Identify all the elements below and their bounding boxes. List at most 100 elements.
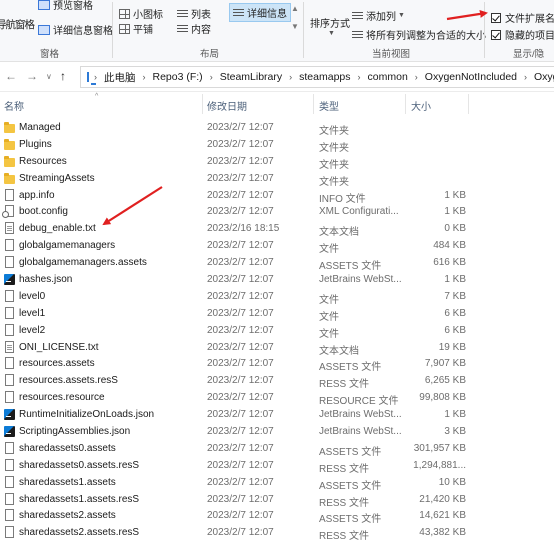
file-modified-date: 2023/2/7 12:07	[207, 426, 274, 438]
table-row[interactable]: Plugins 2023/2/7 12:07 文件夹	[0, 136, 554, 154]
file-modified-date: 2023/2/7 12:07	[207, 341, 274, 353]
file-size: 616 KB	[433, 257, 466, 269]
file-size: 6,265 KB	[424, 375, 466, 387]
table-row[interactable]: debug_enable.txt 2023/2/16 18:15 文本文档 0 KB	[0, 220, 554, 238]
breadcrumb[interactable]: › 此电脑 › Repo3 (F:) › SteamLibrary › stea…	[80, 66, 554, 88]
file-icon	[5, 391, 14, 404]
text-file-icon	[5, 340, 14, 353]
details-pane-button[interactable]: 详细信息窗格	[38, 22, 113, 37]
table-row[interactable]: level2 2023/2/7 12:07 文件 6 KB	[0, 322, 554, 340]
recent-locations-chevron-icon[interactable]: ∨	[46, 72, 52, 81]
ribbon-group-label-layout: 布局	[200, 49, 220, 60]
file-modified-date: 2023/2/7 12:07	[207, 307, 274, 319]
file-extensions-checkbox[interactable]: 文件扩展名	[491, 10, 554, 25]
breadcrumb-item[interactable]: 此电脑	[104, 70, 136, 85]
size-all-columns-button[interactable]: 将所有列调整为合适的大小	[352, 27, 486, 42]
column-header-date[interactable]: 修改日期	[207, 98, 247, 113]
table-row[interactable]: ScriptingAssemblies.json 2023/2/7 12:07 Je…	[0, 423, 554, 440]
table-row[interactable]: sharedassets1.assets 2023/2/7 12:07 ASSETS…	[0, 474, 554, 492]
table-row[interactable]: hashes.json 2023/2/7 12:07 JetBrains WebSt…	[0, 271, 554, 288]
folder-icon	[4, 155, 15, 167]
table-row[interactable]: RuntimeInitializeOnLoads.json 2023/2/7 12…	[0, 406, 554, 423]
breadcrumb-item[interactable]: OxygenNotIncluded	[425, 71, 517, 83]
table-row[interactable]: globalgamemanagers 2023/2/7 12:07 文件 484 KB	[0, 237, 554, 255]
breadcrumb-item[interactable]: common	[368, 71, 408, 83]
file-name: ScriptingAssemblies.json	[19, 426, 131, 438]
file-name: ONI_LICENSE.txt	[19, 341, 99, 353]
file-icon	[5, 239, 14, 252]
small-icons-label: 小图标	[133, 10, 163, 21]
column-header-type[interactable]: 类型	[319, 98, 339, 113]
table-row[interactable]: resources.assets 2023/2/7 12:07 ASSETS 文件 7…	[0, 355, 554, 373]
table-row[interactable]: level0 2023/2/7 12:07 文件 7 KB	[0, 288, 554, 306]
breadcrumb-item[interactable]: SteamLibrary	[220, 71, 282, 83]
add-columns-button[interactable]: 添加列 ▼	[352, 8, 405, 23]
column-divider[interactable]	[405, 94, 406, 114]
table-row[interactable]: ONI_LICENSE.txt 2023/2/7 12:07 文本文档 19 KB	[0, 339, 554, 357]
table-row[interactable]: Managed 2023/2/7 12:07 文件夹	[0, 119, 554, 137]
breadcrumb-item[interactable]: Repo3 (F:)	[153, 71, 203, 83]
file-type: 文件夹	[319, 142, 349, 154]
column-divider[interactable]	[468, 94, 469, 114]
up-arrow-icon[interactable]: ↑	[60, 69, 66, 83]
list-view-label: 列表	[191, 10, 211, 21]
table-row[interactable]: sharedassets1.assets.resS 2023/2/7 12:07 R…	[0, 491, 554, 509]
file-type: 文件夹	[319, 159, 349, 171]
column-header-name[interactable]: 名称	[4, 98, 24, 113]
file-name: level2	[19, 324, 46, 336]
file-size: 1 KB	[444, 206, 466, 218]
details-view-button[interactable]: 详细信息	[229, 3, 291, 22]
layout-scroll-icon[interactable]: ▲	[291, 4, 299, 13]
table-row[interactable]: sharedassets0.assets.resS 2023/2/7 12:07 R…	[0, 457, 554, 475]
sort-by-button[interactable]: 排序方式	[310, 15, 350, 30]
small-icons-button[interactable]: 小图标	[119, 6, 163, 21]
size-all-columns-icon	[352, 29, 363, 40]
size-all-columns-label: 将所有列调整为合适的大小	[366, 31, 486, 42]
file-name: level1	[19, 307, 46, 319]
breadcrumb-separator-icon[interactable]: ›	[94, 72, 97, 82]
file-type: JetBrains WebSt...	[319, 409, 402, 421]
column-divider[interactable]	[313, 94, 314, 114]
nav-pane-button[interactable]: 导航窗格	[0, 17, 35, 32]
file-name: RuntimeInitializeOnLoads.json	[19, 409, 155, 421]
table-row[interactable]: StreamingAssets 2023/2/7 12:07 文件夹	[0, 170, 554, 188]
table-row[interactable]: Resources 2023/2/7 12:07 文件夹	[0, 153, 554, 171]
file-size: 6 KB	[444, 307, 466, 319]
back-arrow-icon[interactable]: ←	[5, 69, 17, 83]
table-row[interactable]: globalgamemanagers.assets 2023/2/7 12:07 A…	[0, 254, 554, 272]
file-size: 301,957 KB	[413, 442, 466, 454]
file-size: 6 KB	[444, 324, 466, 336]
tiles-view-button[interactable]: 平铺	[119, 21, 153, 36]
file-modified-date: 2023/2/7 12:07	[207, 459, 274, 471]
forward-arrow-icon[interactable]: →	[26, 69, 38, 83]
ribbon: 导航窗格 预览窗格 详细信息窗格 窗格 小图标 列表 详细信息 平铺	[0, 0, 554, 62]
layout-expand-icon[interactable]: ▼	[291, 22, 299, 31]
breadcrumb-separator-icon[interactable]: ›	[289, 72, 292, 82]
breadcrumb-separator-icon[interactable]: ›	[524, 72, 527, 82]
ribbon-group-label-panes: 窗格	[40, 49, 60, 60]
breadcrumb-item[interactable]: Oxyger	[534, 71, 554, 83]
breadcrumb-separator-icon[interactable]: ›	[358, 72, 361, 82]
breadcrumb-separator-icon[interactable]: ›	[415, 72, 418, 82]
breadcrumb-separator-icon[interactable]: ›	[143, 72, 146, 82]
table-row[interactable]: resources.assets.resS 2023/2/7 12:07 RESS …	[0, 372, 554, 390]
table-row[interactable]: resources.resource 2023/2/7 12:07 RESOURCE…	[0, 389, 554, 407]
file-name: boot.config	[19, 206, 68, 218]
list-view-button[interactable]: 列表	[177, 6, 211, 21]
content-view-button[interactable]: 内容	[177, 21, 211, 36]
table-row[interactable]: sharedassets2.assets.resS 2023/2/7 12:07 R…	[0, 524, 554, 542]
file-size: 3 KB	[444, 426, 466, 438]
table-row[interactable]: level1 2023/2/7 12:07 文件 6 KB	[0, 305, 554, 323]
breadcrumb-item[interactable]: steamapps	[299, 71, 350, 83]
table-row[interactable]: app.info 2023/2/7 12:07 INFO 文件 1 KB	[0, 187, 554, 205]
preview-pane-button[interactable]: 预览窗格	[38, 0, 93, 12]
file-name: sharedassets0.assets.resS	[19, 459, 140, 471]
hidden-items-checkbox[interactable]: 隐藏的项目	[491, 27, 554, 42]
column-divider[interactable]	[202, 94, 203, 114]
table-row[interactable]: sharedassets2.assets 2023/2/7 12:07 ASSETS…	[0, 507, 554, 525]
table-row[interactable]: boot.config 2023/2/7 12:07 XML Configurati…	[0, 203, 554, 220]
table-row[interactable]: sharedassets0.assets 2023/2/7 12:07 ASSETS…	[0, 440, 554, 458]
column-header-size[interactable]: 大小	[411, 98, 431, 113]
json-file-icon	[4, 274, 15, 286]
breadcrumb-separator-icon[interactable]: ›	[210, 72, 213, 82]
